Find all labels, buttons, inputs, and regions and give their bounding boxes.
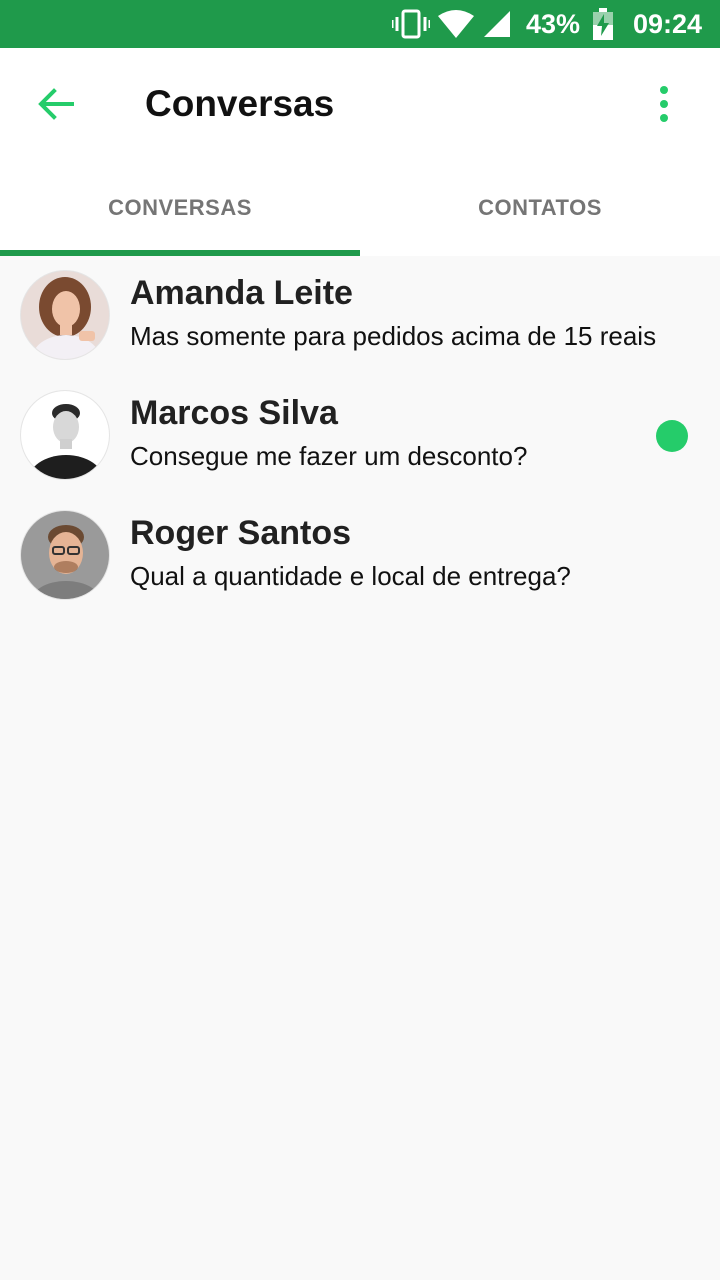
arrow-back-icon [38,88,74,120]
status-bar: 43% 09:24 [0,0,720,48]
app-bar: Conversas [0,48,720,160]
last-message: Consegue me fazer um desconto? [130,441,528,471]
more-vert-icon [660,86,668,122]
contact-name: Marcos Silva [130,394,338,432]
conversation-item-amanda-leite[interactable]: Amanda Leite Mas somente para pedidos ac… [0,256,720,376]
tab-conversas[interactable]: CONVERSAS [0,160,360,256]
page-title: Conversas [145,83,335,124]
contact-name: Amanda Leite [130,274,353,312]
last-message: Mas somente para pedidos acima de 15 rea… [130,321,657,351]
avatar [20,390,110,480]
clock: 09:24 [633,8,703,39]
tab-bar: CONVERSAS CONTATOS [0,160,720,256]
signal-icon [484,0,510,48]
avatar [20,270,110,360]
conversation-item-roger-santos[interactable]: Roger Santos Qual a quantidade e local d… [0,496,720,616]
avatar [20,510,110,600]
contact-name: Roger Santos [130,514,352,552]
last-message: Qual a quantidade e local de entrega? [130,561,571,591]
wifi-icon [438,0,474,48]
conversation-item-marcos-silva[interactable]: Marcos Silva Consegue me fazer um descon… [0,376,720,496]
tab-contatos[interactable]: CONTATOS [360,160,720,256]
back-button[interactable] [24,72,88,136]
more-options-button[interactable] [640,76,688,132]
vibrate-icon [392,0,430,48]
battery-charging-icon [592,0,614,48]
unread-indicator [656,420,688,452]
battery-percent: 43% [526,8,581,39]
